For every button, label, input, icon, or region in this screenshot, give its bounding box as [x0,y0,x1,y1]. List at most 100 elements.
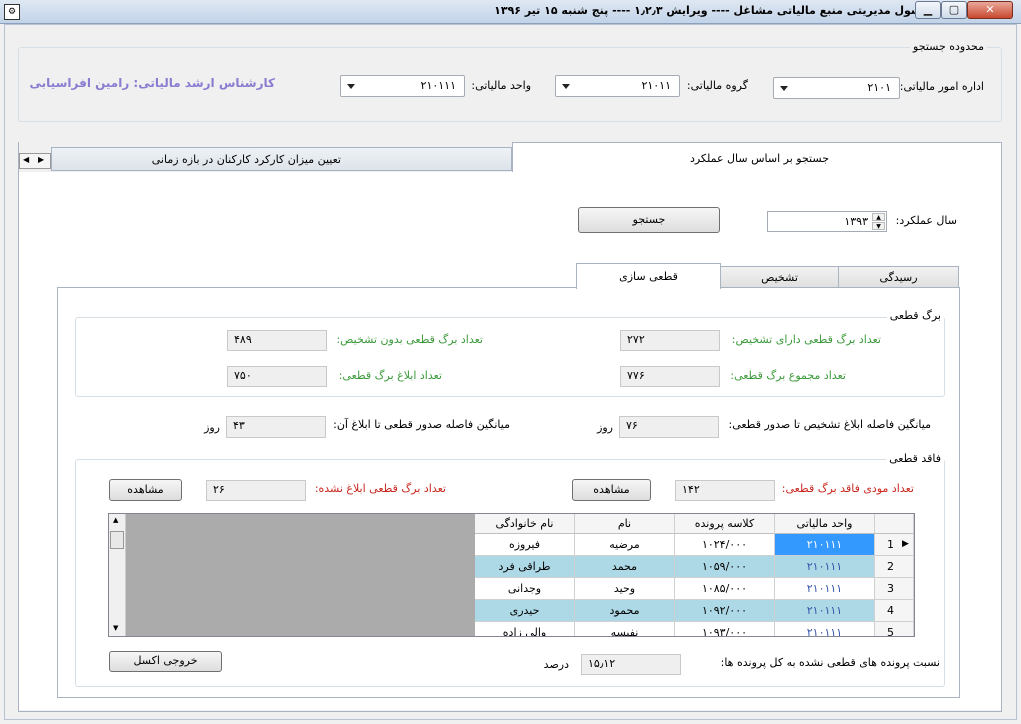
without-assessment-value: ۴۸۹ [227,330,327,351]
cell-file-class[interactable]: ۱۰۹۳/۰۰۰ [675,622,775,636]
col-header-first-name[interactable]: نام [575,514,675,534]
minimize-button[interactable]: ▁ [915,1,941,19]
tab-year-search-label: جستجو بر اساس سال عملکرد [689,152,829,165]
assess-to-final-unit: روز [597,421,613,434]
tab-assessment[interactable]: تشخیص [720,266,839,288]
tax-office-combo[interactable]: ۲۱۰۱ [773,77,900,99]
row-number: 2 [887,560,894,573]
row-header[interactable]: 4 [875,600,914,622]
cell-last-name[interactable]: فیروزه [475,534,575,556]
chevron-left-icon[interactable]: ◀ [23,155,29,164]
tab-staff-performance[interactable]: تعیین میزان کارکرد کارکنان در بازه زمانی [51,147,512,171]
export-excel-button[interactable]: خروجی اکسل [109,651,222,672]
cell-first-name[interactable]: محمد [575,556,675,578]
final-to-notify-label: میانگین فاصله صدور قطعی تا ابلاغ آن: [333,418,510,431]
scroll-up-icon[interactable]: ▲ [113,516,118,524]
tax-office-label: اداره امور مالیاتی: [899,80,984,93]
tab-assessment-label: تشخیص [761,271,798,284]
chevron-down-icon [562,84,570,89]
tax-group-value: ۲۱۰۱۱ [641,79,671,92]
year-spinner[interactable]: ۱۳۹۳ ▲ ▼ [767,211,887,232]
ratio-value: ۱۵٫۱۲ [581,654,681,675]
cell-last-name[interactable]: حیدری [475,600,575,622]
cell-tax-unit[interactable]: ۲۱۰۱۱۱ [775,534,875,556]
scroll-down-icon[interactable]: ▼ [113,624,118,632]
assess-to-final-value: ۷۶ [619,416,719,438]
cell-file-class[interactable]: ۱۰۲۴/۰۰۰ [675,534,775,556]
total-label: تعداد مجموع برگ قطعی: [730,369,846,382]
tab-finalization[interactable]: قطعی سازی [576,263,721,289]
expert-name: کارشناس ارشد مالیاتی: رامین افراسیابی [29,76,275,90]
cell-tax-unit[interactable]: ۲۱۰۱۱۱ [775,622,875,636]
row-header[interactable]: 5 [875,622,914,637]
row-header[interactable]: 1 ▶ [875,534,914,556]
col-header-tax-unit[interactable]: واحد مالیاتی [775,514,875,534]
tax-office-value: ۲۱۰۱ [867,81,891,94]
spin-down-icon[interactable]: ▼ [872,222,885,230]
cell-file-class[interactable]: ۱۰۵۹/۰۰۰ [675,556,775,578]
cell-tax-unit[interactable]: ۲۱۰۱۱۱ [775,556,875,578]
row-number: 5 [887,626,894,637]
col-header-file-class[interactable]: کلاسه پرونده [675,514,775,534]
search-scope-legend: محدوده جستجو [910,40,987,53]
row-number: 4 [887,604,894,617]
scroll-thumb[interactable] [110,531,124,549]
tab-year-search[interactable]: جستجو بر اساس سال عملکرد [512,142,1002,174]
view-taxpayers-button[interactable]: مشاهده [572,479,651,501]
col-header-corner [875,514,914,534]
row-number: 3 [887,582,894,595]
chevron-down-icon [347,84,355,89]
row-header[interactable]: 2 [875,556,914,578]
col-header-last-name[interactable]: نام خانوادگی [475,514,575,534]
cell-first-name[interactable]: نفیسه [575,622,675,636]
cell-first-name[interactable]: مرضیه [575,534,675,556]
grid-scrollbar[interactable]: ▲ ▼ [109,514,126,636]
taxpayers-missing-label: تعداد مودی فاقد برگ قطعی: [781,482,914,495]
chevron-down-icon [780,86,788,91]
tax-unit-label: واحد مالیاتی: [471,79,531,92]
final-sheet-legend: برگ قطعی [886,309,944,322]
results-grid[interactable]: ▲ ▼ نام خانوادگی نام کلاسه پرونده واحد م… [108,513,915,637]
cell-last-name[interactable]: طراقی فرد [475,556,575,578]
ratio-label: نسبت پرونده های قطعی نشده به کل پرونده ه… [720,656,940,669]
final-to-notify-value: ۴۳ [226,416,326,438]
cell-file-class[interactable]: ۱۰۹۲/۰۰۰ [675,600,775,622]
tax-unit-combo[interactable]: ۲۱۰۱۱۱ [340,75,465,97]
spin-up-icon[interactable]: ▲ [872,213,885,221]
notified-label: تعداد ابلاغ برگ قطعی: [338,369,442,382]
assess-to-final-label: میانگین فاصله ابلاغ تشخیص تا صدور قطعی: [728,418,932,431]
app-icon[interactable]: ⚙ [4,4,20,20]
maximize-button[interactable]: ▢ [941,1,967,19]
not-notified-label: تعداد برگ قطعی ابلاغ نشده: [314,482,446,495]
cell-tax-unit[interactable]: ۲۱۰۱۱۱ [775,578,875,600]
cell-last-name[interactable]: والی زاده [475,622,575,636]
tax-group-combo[interactable]: ۲۱۰۱۱ [555,75,680,97]
without-assessment-label: تعداد برگ قطعی بدون تشخیص: [336,333,483,346]
missing-final-legend: فاقد قطعی [886,452,944,465]
ratio-unit: درصد [543,658,569,671]
cell-first-name[interactable]: محمود [575,600,675,622]
tab-finalization-label: قطعی سازی [619,270,678,283]
cell-first-name[interactable]: وحید [575,578,675,600]
search-button[interactable]: جستجو [578,207,720,233]
total-value: ۷۷۶ [620,366,720,387]
row-number: 1 [887,538,894,551]
cell-tax-unit[interactable]: ۲۱۰۱۱۱ [775,600,875,622]
cell-last-name[interactable]: وجدانی [475,578,575,600]
cell-file-class[interactable]: ۱۰۸۵/۰۰۰ [675,578,775,600]
year-label: سال عملکرد: [895,214,957,227]
final-to-notify-unit: روز [204,421,220,434]
tax-unit-value: ۲۱۰۱۱۱ [420,79,456,92]
chevron-right-icon[interactable]: ▶ [38,155,44,164]
tab-review[interactable]: رسیدگی [838,266,959,288]
with-assessment-value: ۲۷۲ [620,330,720,351]
notified-value: ۷۵۰ [227,366,327,387]
tab-review-label: رسیدگی [879,271,918,284]
close-button[interactable]: ✕ [967,1,1013,19]
view-not-notified-button[interactable]: مشاهده [109,479,182,501]
row-header[interactable]: 3 [875,578,914,600]
with-assessment-label: تعداد برگ قطعی دارای تشخیص: [731,333,881,346]
tab-scroll[interactable]: ◀ ▶ [19,153,51,169]
year-value: ۱۳۹۳ [844,215,868,228]
window-title: کنسول مدیریتی منبع مالیاتی مشاغل ---- وی… [494,4,933,17]
